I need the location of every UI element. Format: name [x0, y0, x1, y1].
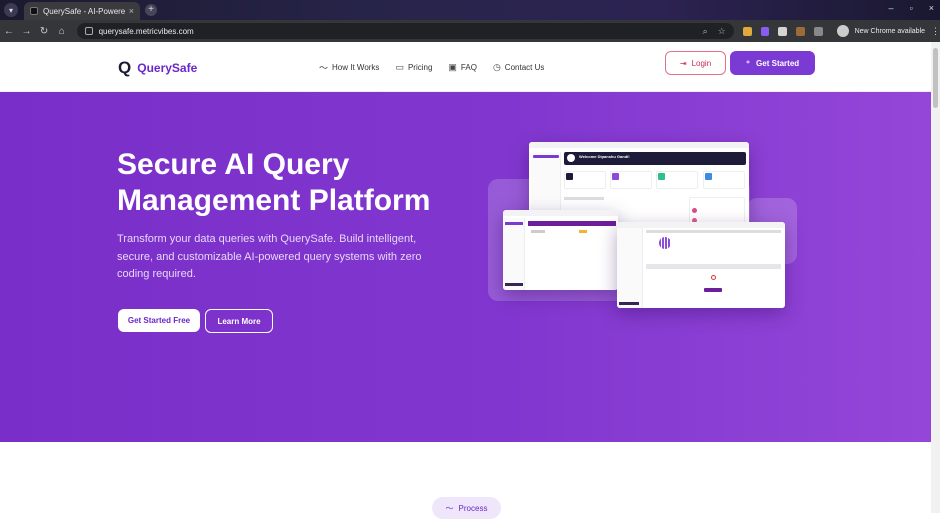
logo[interactable]: Q QuerySafe	[118, 58, 197, 78]
login-icon: ⇥	[679, 58, 687, 68]
nav-pricing[interactable]: ▭ Pricing	[395, 61, 432, 74]
site-header: Q QuerySafe 〜 How It Works ▭ Pricing ▣ F…	[0, 42, 931, 92]
window-controls: – ▫ ×	[889, 3, 934, 13]
card-icon: ▭	[395, 62, 404, 72]
clock-icon: ◷	[492, 62, 501, 72]
extension-icon[interactable]	[742, 26, 752, 36]
update-chrome-label[interactable]: New Chrome available	[855, 28, 925, 35]
nav-label: How It Works	[332, 63, 380, 72]
extension-icon[interactable]	[796, 26, 805, 36]
zoom-icon[interactable]: ⌕	[703, 26, 708, 37]
browser-tab[interactable]: QuerySafe - AI-Powered ×	[24, 2, 140, 20]
main-nav: 〜 How It Works ▭ Pricing ▣ FAQ ◷ Contact…	[319, 61, 544, 74]
site-info-icon[interactable]	[84, 27, 93, 35]
hero-section: Secure AI Query Management Platform Tran…	[0, 92, 931, 442]
chatbot-list-mockup	[503, 210, 618, 290]
nav-how-it-works[interactable]: 〜 How It Works	[319, 61, 379, 74]
get-started-button[interactable]: ⁺ Get Started	[730, 51, 815, 75]
minimize-icon[interactable]: –	[889, 3, 894, 13]
logo-text: QuerySafe	[137, 61, 198, 75]
forward-icon[interactable]: →	[18, 26, 36, 37]
mock-welcome-text: Welcome Dipanshu Gandi!	[579, 154, 630, 159]
extension-icon[interactable]	[778, 26, 788, 36]
page-scrollbar[interactable]	[931, 42, 940, 513]
bookmark-star-icon[interactable]: ☆	[718, 26, 726, 37]
extension-icon[interactable]	[760, 26, 770, 36]
favicon-icon	[30, 7, 38, 15]
nav-label: FAQ	[460, 63, 477, 72]
close-window-icon[interactable]: ×	[929, 3, 934, 13]
login-button[interactable]: ⇥ Login	[665, 51, 726, 75]
profile-avatar[interactable]	[836, 25, 849, 37]
tab-search-icon[interactable]: ▾	[4, 3, 18, 17]
address-bar[interactable]: querysafe.metricvibes.com ⌕ ☆	[76, 23, 734, 39]
scrollbar-thumb[interactable]	[933, 48, 938, 108]
process-pill: 〜 Process	[432, 497, 501, 519]
maximize-icon[interactable]: ▫	[910, 3, 913, 13]
menu-icon[interactable]: ⋮	[931, 26, 940, 37]
process-label: Process	[458, 503, 488, 513]
nav-faq[interactable]: ▣ FAQ	[448, 61, 477, 74]
chatbot-detail-mockup	[617, 222, 785, 308]
login-label: Login	[691, 58, 712, 68]
trend-icon: 〜	[319, 63, 329, 73]
reload-icon[interactable]: ↻	[35, 26, 53, 37]
tab-title: QuerySafe - AI-Powered	[43, 6, 125, 16]
hero-subtitle: Transform your data queries with QuerySa…	[117, 233, 422, 280]
hero-title: Secure AI Query Management Platform	[117, 148, 431, 217]
nav-label: Pricing	[407, 63, 433, 72]
logo-mark: Q	[118, 58, 132, 77]
get-started-label: Get Started	[756, 58, 800, 68]
browser-toolbar: ← → ↻ ⌂ querysafe.metricvibes.com ⌕ ☆ Ne…	[0, 20, 940, 42]
back-icon[interactable]: ←	[0, 26, 18, 37]
home-icon[interactable]: ⌂	[53, 26, 71, 37]
trend-icon: 〜	[445, 503, 454, 513]
browser-tabbar: ▾ QuerySafe - AI-Powered × + – ▫ ×	[0, 0, 940, 20]
tab-close-icon[interactable]: ×	[129, 6, 134, 16]
learn-more-button[interactable]: Learn More	[205, 309, 273, 333]
nav-contact[interactable]: ◷ Contact Us	[493, 61, 544, 74]
add-user-icon: ⁺	[745, 58, 751, 68]
nav-label: Contact Us	[504, 63, 545, 72]
book-icon: ▣	[448, 62, 457, 72]
url-text: querysafe.metricvibes.com	[98, 26, 194, 36]
new-tab-button[interactable]: +	[145, 4, 157, 16]
get-started-free-button[interactable]: Get Started Free	[118, 309, 200, 332]
puzzle-icon[interactable]	[814, 26, 823, 36]
